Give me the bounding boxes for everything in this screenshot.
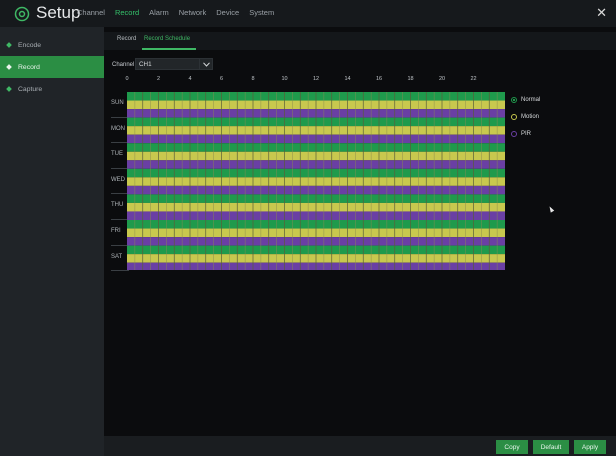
close-icon[interactable]: ✕ xyxy=(596,5,607,21)
hour-tick-label: 8 xyxy=(251,76,255,82)
hour-tick-label: 18 xyxy=(407,76,414,82)
hour-tick-label: 22 xyxy=(470,76,477,82)
legend-label: PIR xyxy=(521,131,532,137)
hour-tick-label: 20 xyxy=(438,76,446,82)
main-nav: Channel Record Alarm Network Device Syst… xyxy=(72,8,279,17)
nav-channel[interactable]: Channel xyxy=(72,8,110,17)
content-area: Record Record Schedule Channel CH1 0 2 4 6 8… xyxy=(104,27,616,456)
hour-tick-label: 14 xyxy=(344,76,351,82)
channel-select[interactable]: CH1 xyxy=(135,58,213,70)
gear-icon xyxy=(14,6,30,22)
channel-value: CH1 xyxy=(139,60,152,68)
day-label-wed[interactable]: WED xyxy=(111,177,125,183)
top-bar: Setup Channel Record Alarm Network Devic… xyxy=(0,0,616,27)
apply-button[interactable]: Apply xyxy=(574,440,606,454)
hour-tick-label: 0 xyxy=(125,76,129,82)
day-label-tue[interactable]: TUE xyxy=(111,151,123,157)
default-button[interactable]: Default xyxy=(533,440,569,454)
hour-tick-label: 2 xyxy=(156,76,161,82)
day-label-fri[interactable]: FRI xyxy=(111,228,121,234)
hour-tick-label: 6 xyxy=(219,76,224,82)
diamond-icon xyxy=(6,42,12,48)
legend-normal[interactable]: Normal xyxy=(511,97,540,103)
sidebar-item-record[interactable]: Record xyxy=(0,56,104,78)
channel-label: Channel xyxy=(112,62,135,68)
sidebar-item-capture[interactable]: Capture xyxy=(0,78,104,100)
sidebar-item-label: Record xyxy=(18,63,40,71)
radio-icon xyxy=(511,131,517,137)
hour-tick-label: 16 xyxy=(375,76,383,82)
day-label-thu[interactable]: THU xyxy=(111,202,123,208)
tab-record-schedule[interactable]: Record Schedule xyxy=(144,36,190,42)
legend-motion[interactable]: Motion xyxy=(511,114,539,120)
sidebar: Encode Record Capture xyxy=(0,27,104,456)
day-label-mon[interactable]: MON xyxy=(111,126,125,132)
legend-label: Normal xyxy=(521,97,541,103)
copy-button[interactable]: Copy xyxy=(496,440,528,454)
hour-tick-label: 4 xyxy=(188,76,192,82)
diamond-icon xyxy=(6,86,12,92)
nav-device[interactable]: Device xyxy=(211,8,244,17)
legend-label: Motion xyxy=(521,114,540,120)
day-label-sun[interactable]: SUN xyxy=(111,100,124,106)
day-label-sat[interactable]: SAT xyxy=(111,254,122,260)
tab-record[interactable]: Record xyxy=(117,36,136,42)
schedule-grid[interactable] xyxy=(127,92,507,270)
nav-record[interactable]: Record xyxy=(110,8,144,17)
nav-alarm[interactable]: Alarm xyxy=(144,8,174,17)
hour-tick-label: 12 xyxy=(312,76,320,82)
diamond-icon xyxy=(6,64,12,70)
sidebar-item-label: Encode xyxy=(18,41,42,49)
active-tab-underline xyxy=(142,48,196,50)
nav-system[interactable]: System xyxy=(244,8,279,17)
hour-tick-label: 10 xyxy=(281,76,288,82)
chevron-down-icon xyxy=(199,59,212,69)
nav-network[interactable]: Network xyxy=(174,8,212,17)
radio-icon xyxy=(511,97,517,103)
radio-icon xyxy=(511,114,517,120)
sub-tabs: Record Record Schedule xyxy=(104,32,616,50)
sidebar-item-label: Capture xyxy=(18,85,43,93)
day-divider xyxy=(111,270,129,272)
legend-pir[interactable]: PIR xyxy=(511,131,531,137)
sidebar-item-encode[interactable]: Encode xyxy=(0,34,104,56)
